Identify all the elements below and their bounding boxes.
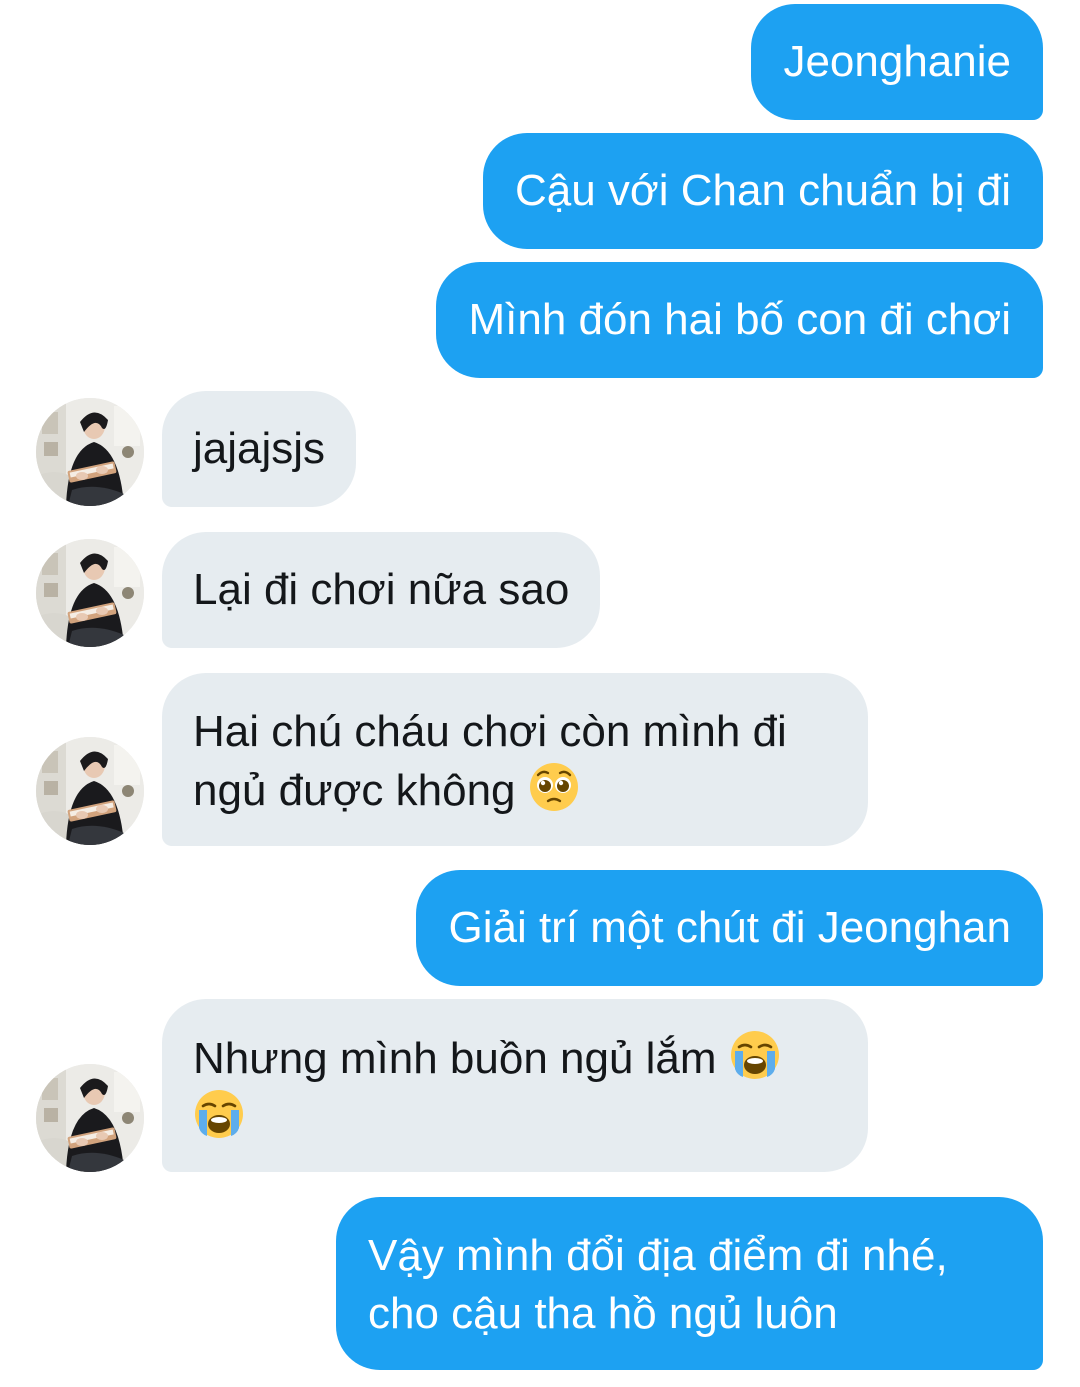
message-text-line: Nhưng mình buồn ngủ lắm: [193, 1034, 717, 1083]
message-bubble-sent[interactable]: Vậy mình đổi địa điểm đi nhé, cho cậu th…: [336, 1197, 1043, 1370]
contact-avatar[interactable]: [36, 539, 144, 647]
avatar-photo: [36, 737, 144, 845]
message-text: Jeonghanie: [783, 37, 1011, 86]
message-text: Mình đón hai bố con đi chơi: [468, 295, 1011, 344]
contact-avatar[interactable]: [36, 398, 144, 506]
avatar-photo: [36, 1064, 144, 1172]
contact-avatar[interactable]: [36, 1064, 144, 1172]
message-bubble-sent[interactable]: Jeonghanie: [751, 4, 1043, 120]
loudly-crying-face-emoji: [193, 1088, 245, 1140]
contact-avatar[interactable]: [36, 737, 144, 845]
message-text-line: Hai chú cháu chơi còn mình đi: [193, 707, 787, 756]
message-bubble-sent[interactable]: Cậu với Chan chuẩn bị đi: [482, 133, 1043, 249]
avatar-photo: [36, 539, 144, 647]
message-bubble-sent[interactable]: Giải trí một chút đi Jeonghan: [416, 870, 1043, 986]
message-text: Lại đi chơi nữa sao: [193, 565, 570, 614]
message-text-line: cho cậu tha hồ ngủ luôn: [368, 1289, 838, 1338]
message-bubble-sent[interactable]: Mình đón hai bố con đi chơi: [436, 262, 1043, 378]
message-text: Giải trí một chút đi Jeonghan: [448, 903, 1011, 952]
message-text-line: ngủ được không: [193, 766, 516, 815]
message-text: Cậu với Chan chuẩn bị đi: [514, 166, 1011, 215]
pleading-face-emoji: [528, 761, 580, 813]
message-text-line: Vậy mình đổi địa điểm đi nhé,: [368, 1231, 948, 1280]
message-bubble-received[interactable]: Hai chú cháu chơi còn mình đi ngủ được k…: [162, 673, 868, 846]
avatar-photo: [36, 398, 144, 506]
message-bubble-received[interactable]: Nhưng mình buồn ngủ lắm: [162, 999, 868, 1172]
message-bubble-received[interactable]: Lại đi chơi nữa sao: [162, 532, 601, 648]
loudly-crying-face-emoji: [729, 1029, 781, 1081]
message-bubble-received[interactable]: jajajsjs: [162, 391, 357, 507]
message-text: jajajsjs: [193, 424, 326, 473]
